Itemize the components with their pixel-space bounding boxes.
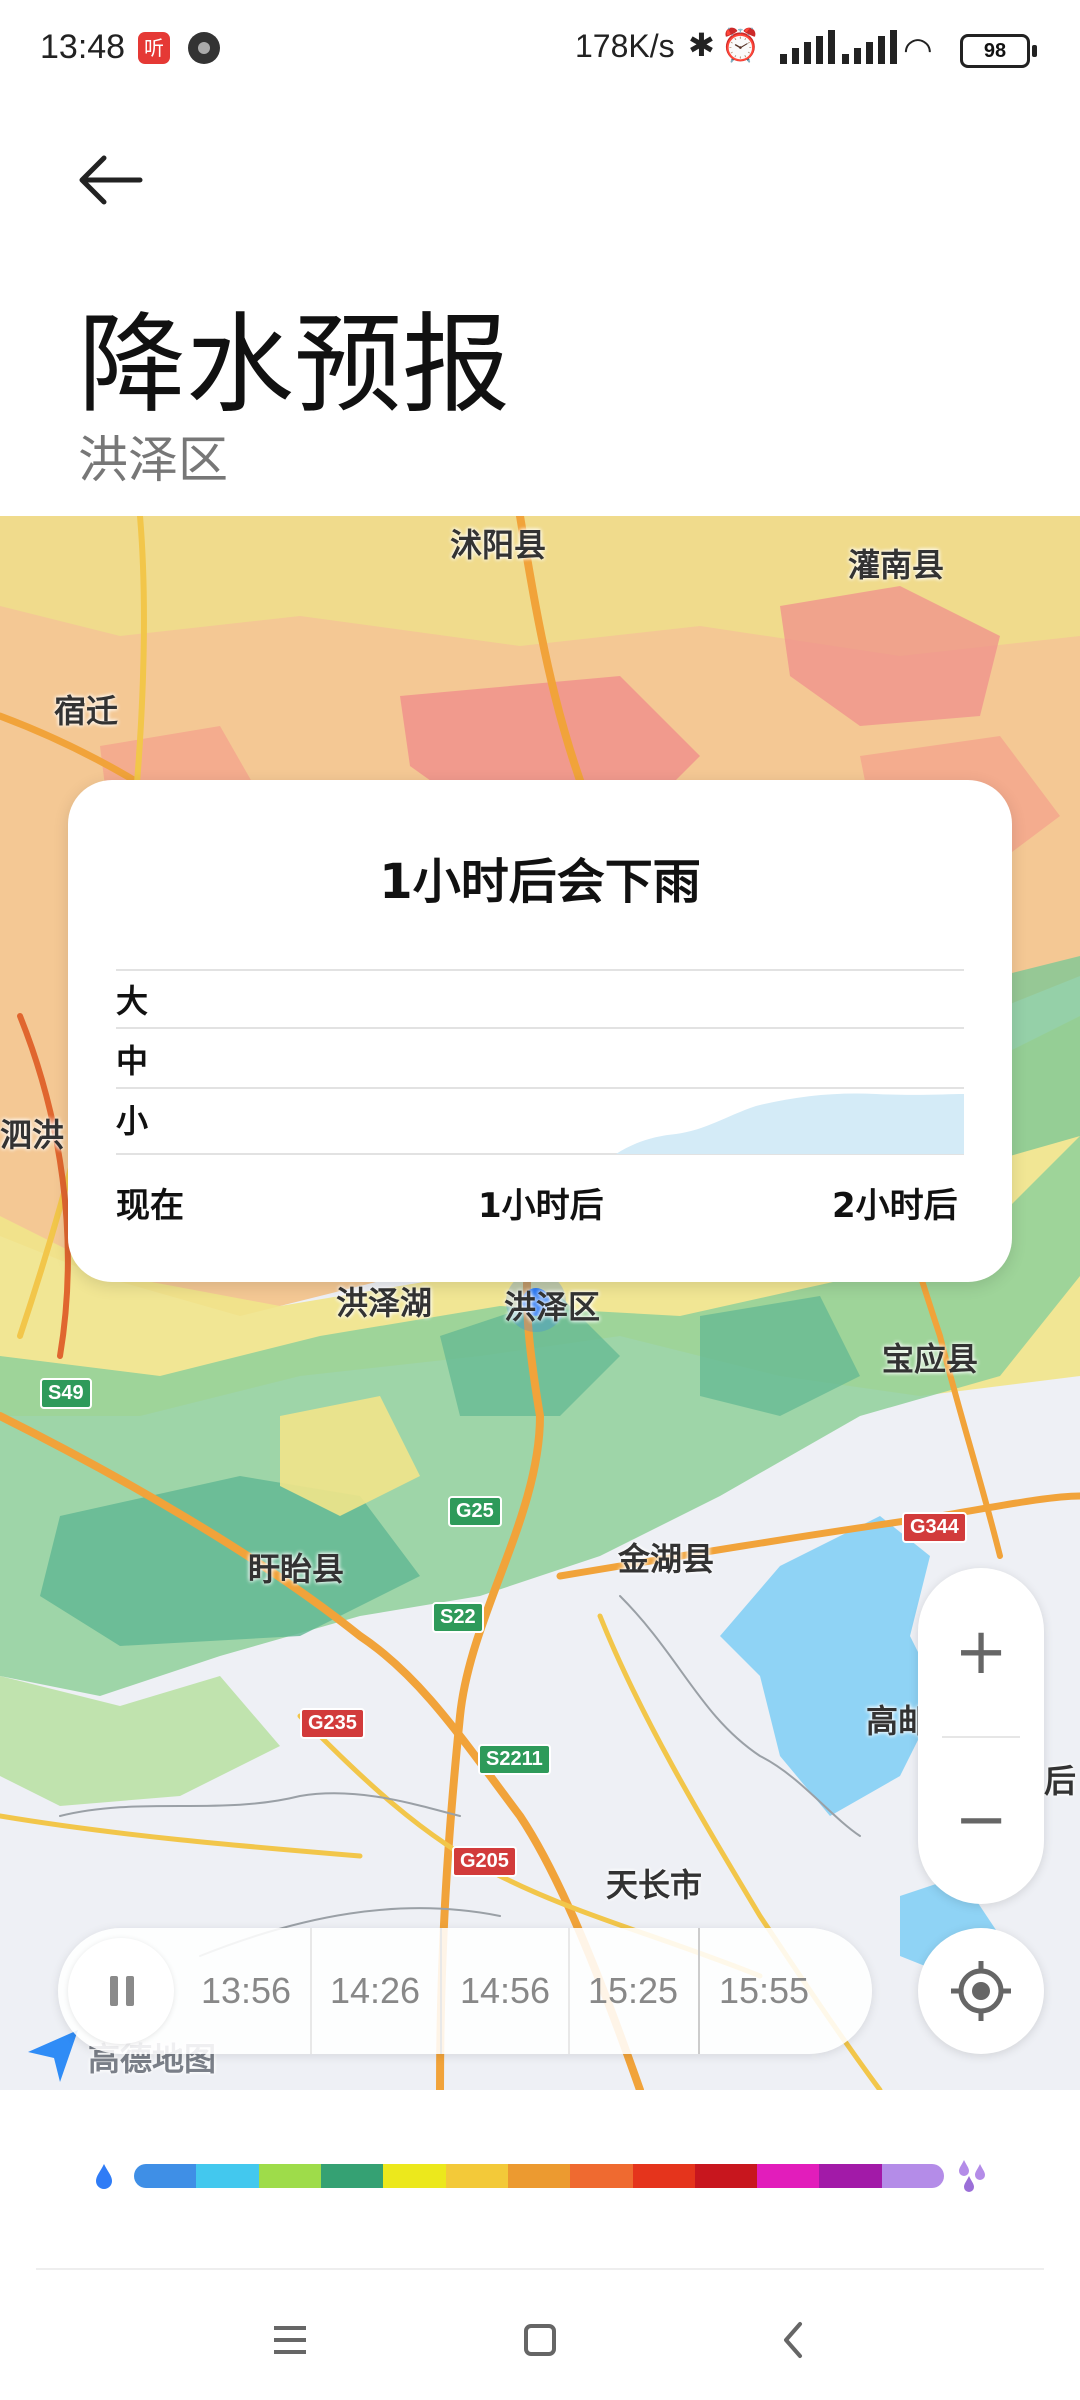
time-tick-now: 现在: [116, 1186, 184, 1226]
bluetooth-alarm-icons: ✱⏰: [688, 26, 767, 64]
road-badge: S49: [40, 1378, 92, 1409]
legend-swatch: [694, 2164, 758, 2188]
legend-swatch: [320, 2164, 384, 2188]
road-badge: G235: [300, 1708, 365, 1739]
timeline-time[interactable]: 15:55: [700, 1928, 828, 2054]
menu-nav-button[interactable]: [250, 2300, 330, 2380]
forecast-headline: 1小时后会下雨: [379, 854, 701, 910]
map-label-hongzequ: 洪泽区: [504, 1288, 601, 1326]
zoom-in-button[interactable]: +: [918, 1568, 1044, 1736]
legend-swatch: [757, 2164, 820, 2188]
signal-icon: [842, 30, 898, 64]
home-icon: [524, 2324, 556, 2356]
page-title: 降水预报: [78, 303, 511, 428]
legend-swatch: [134, 2164, 197, 2188]
crosshair-icon: [951, 1961, 1011, 2021]
listen-app-notification-icon: 听: [138, 32, 170, 64]
light-rain-drop-icon: [96, 2164, 112, 2189]
road-badge: S22: [432, 1602, 484, 1633]
legend-swatch: [445, 2164, 508, 2188]
status-bar: 13:48 听 178K/s ✱⏰ ◠ 98: [0, 0, 1080, 96]
road-badge: G25: [448, 1496, 502, 1527]
map-label-sihong: 泗洪: [0, 1116, 65, 1154]
legend-swatch: [258, 2164, 321, 2188]
battery-icon: 98: [960, 34, 1037, 68]
back-arrow-icon: [79, 155, 143, 205]
bottom-divider: [36, 2268, 1044, 2270]
locate-me-button[interactable]: [918, 1928, 1044, 2054]
precipitation-color-scale: [134, 2164, 944, 2188]
back-nav-button[interactable]: [754, 2300, 834, 2380]
legend-swatch: [196, 2164, 259, 2188]
radar-timeline[interactable]: 13:56 14:26 14:56 15:25 15:55: [58, 1928, 872, 2054]
chart-grid: [116, 969, 964, 1155]
map-label-edge: 后: [1044, 1762, 1077, 1800]
road-badge: G344: [902, 1512, 967, 1543]
precipitation-legend: [94, 2156, 994, 2196]
map-label-shuyang: 沭阳县: [450, 526, 547, 564]
pause-button[interactable]: [68, 1938, 174, 2044]
legend-swatch: [383, 2164, 446, 2188]
timeline-time[interactable]: 14:26: [311, 1928, 439, 2054]
zoom-controls: + −: [918, 1568, 1044, 1904]
network-speed: 178K/s: [575, 28, 675, 64]
map-label-xuyi: 盱眙县: [248, 1550, 345, 1588]
wifi-icon: ◠: [903, 30, 933, 70]
road-badge: G205: [452, 1846, 517, 1877]
precipitation-intensity-chart: 大 中 小: [116, 966, 964, 1156]
legend-swatch: [570, 2164, 633, 2188]
map-label-baoying: 宝应县: [882, 1340, 979, 1378]
menu-icon: [274, 2326, 306, 2354]
map-label-jinhu: 金湖县: [618, 1540, 715, 1578]
location-subtitle: 洪泽区: [78, 431, 228, 489]
intensity-level-moderate: 中: [116, 1042, 149, 1080]
intensity-level-heavy: 大: [116, 982, 149, 1020]
back-button[interactable]: [70, 140, 150, 220]
timeline-time[interactable]: 15:25: [569, 1928, 697, 2054]
timeline-time[interactable]: 14:56: [441, 1928, 569, 2054]
rain-forecast-card: 1小时后会下雨 大 中 小 现在 1小时后 2小时后: [68, 780, 1012, 1282]
status-time: 13:48: [40, 28, 126, 66]
road-badge: S2211: [478, 1744, 551, 1775]
home-nav-button[interactable]: [500, 2300, 580, 2380]
precipitation-area: [616, 1093, 964, 1154]
map-label-guannan: 灌南县: [848, 546, 945, 584]
map-label-hongzehu: 洪泽湖: [336, 1284, 433, 1322]
heavy-rain-drops-icon: [959, 2160, 985, 2192]
timeline-time[interactable]: 13:56: [182, 1928, 310, 2054]
signal-icon: [780, 30, 836, 64]
intensity-level-light: 小: [116, 1102, 149, 1140]
zoom-out-button[interactable]: −: [918, 1736, 1044, 1904]
battery-level: 98: [983, 40, 1007, 62]
map-label-suqian: 宿迁: [54, 692, 119, 730]
legend-swatch: [881, 2164, 944, 2188]
time-tick-2h: 2小时后: [832, 1186, 958, 1226]
time-tick-1h: 1小时后: [478, 1186, 604, 1226]
map-label-tianchang: 天长市: [606, 1866, 703, 1904]
legend-swatch: [507, 2164, 571, 2188]
app-notification-icon: [188, 32, 220, 64]
legend-swatch: [819, 2164, 882, 2188]
legend-swatch: [632, 2164, 695, 2188]
back-chevron-icon: [784, 2322, 802, 2358]
